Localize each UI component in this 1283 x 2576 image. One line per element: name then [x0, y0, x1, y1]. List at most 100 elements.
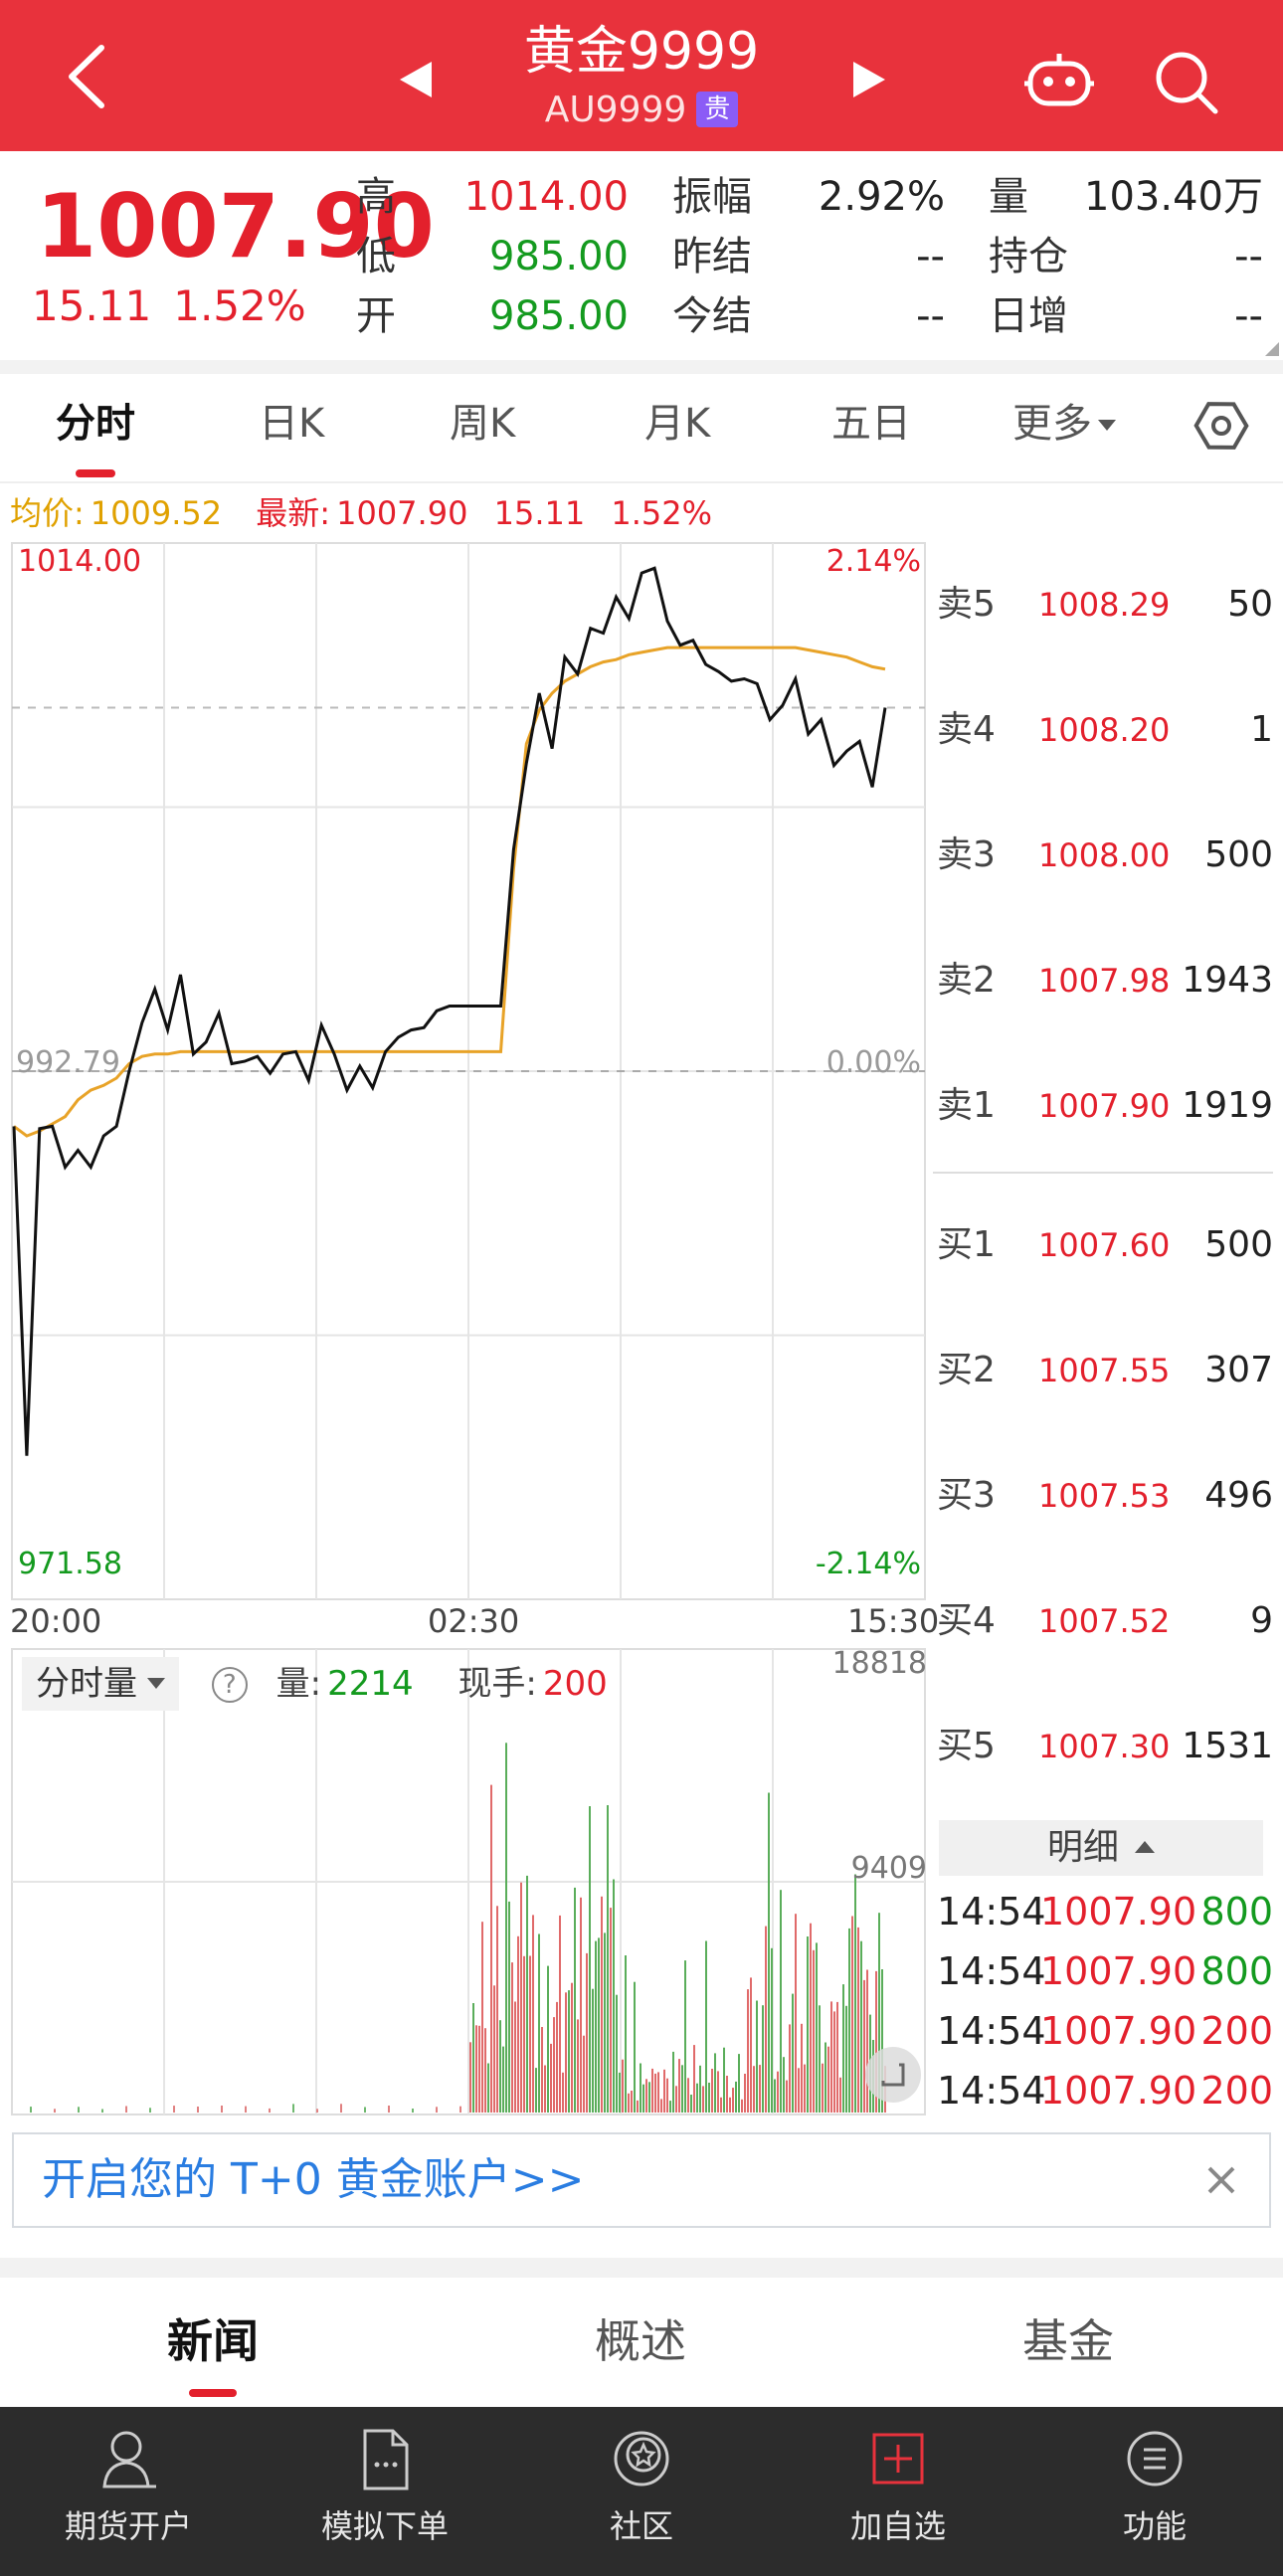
volume-bar: [699, 2065, 701, 2113]
tab-news[interactable]: 新闻: [167, 2309, 259, 2373]
trade-tick-row: 14:54 1007.90 200: [937, 2061, 1273, 2120]
tab-funds[interactable]: 基金: [1022, 2309, 1114, 2373]
low-label: 低: [356, 234, 396, 279]
order-book-divider: [933, 1172, 1273, 1174]
question-circle-icon[interactable]: ?: [211, 1667, 248, 1703]
intraday-chart[interactable]: 1014.00 2.14% 992.79 0.00% 971.58 -2.14%…: [0, 537, 931, 2118]
plus-square-icon: [872, 2433, 924, 2484]
bid-price: 1007.30: [1038, 1728, 1171, 1765]
chart-settings-button[interactable]: [1191, 396, 1251, 456]
ask-price: 1008.29: [1038, 586, 1171, 624]
nav-functions[interactable]: 功能: [1026, 2407, 1283, 2576]
fullscreen-button[interactable]: [865, 2047, 921, 2103]
tab-weekly-k[interactable]: 周K: [450, 396, 515, 452]
ask-price: 1008.20: [1038, 711, 1171, 749]
volume-bar: [854, 1874, 856, 2113]
chart-top-pct: 2.14%: [826, 544, 921, 579]
time-label-start: 20:00: [10, 1602, 102, 1640]
expand-corner-icon[interactable]: [1265, 342, 1279, 356]
volume-bar: [30, 2107, 32, 2113]
volume-bar: [756, 2000, 758, 2113]
volume-bar: [765, 1926, 767, 2113]
ask-row-5: 卖5 1008.29 50: [937, 575, 1273, 635]
volume-bar: [640, 2063, 642, 2113]
tab-daily-k[interactable]: 日K: [259, 396, 324, 452]
volume-bar: [657, 2072, 659, 2113]
settle-label: 今结: [672, 293, 752, 339]
tick-price: 1007.90: [1040, 2009, 1197, 2053]
prev-settle-value: --: [916, 234, 945, 279]
volume-bar: [735, 2081, 737, 2113]
volume-bar: [848, 1928, 850, 2113]
volume-bar: [789, 2024, 791, 2113]
tab-more-label: 更多: [1012, 401, 1092, 447]
price-change-pct: 1.52%: [173, 281, 306, 330]
chart-ref-pct: 0.00%: [826, 1045, 921, 1080]
volume-bar: [499, 2020, 501, 2113]
ask-label: 卖4: [937, 709, 996, 750]
volume-bar: [648, 2082, 650, 2113]
search-button[interactable]: [1154, 50, 1219, 115]
volume-bar: [813, 1949, 815, 2113]
volume-bar: [517, 1935, 519, 2113]
volume-bar: [529, 1955, 531, 2113]
next-instrument-button[interactable]: [853, 62, 885, 97]
tick-time: 14:54: [937, 2069, 1046, 2113]
volume-bar: [830, 2001, 832, 2113]
account-promo-banner: 开启您的 T+0 黄金账户>>: [12, 2132, 1271, 2228]
volume-bar: [684, 1960, 686, 2113]
nav-community[interactable]: 社区: [513, 2407, 770, 2576]
volume-bar: [388, 2106, 390, 2113]
bid-label: 买5: [937, 1726, 996, 1766]
volume-bar: [827, 2046, 829, 2113]
tab-overview[interactable]: 概述: [595, 2309, 686, 2373]
volume-bar: [619, 2072, 621, 2113]
active-tab-indicator: [189, 2389, 237, 2397]
bid-row-1: 买1 1007.60 500: [937, 1215, 1273, 1275]
tab-monthly-k[interactable]: 月K: [644, 396, 710, 452]
volume-type-label: 分时量: [36, 1664, 137, 1704]
bid-price: 1007.52: [1038, 1602, 1171, 1640]
assistant-button[interactable]: [1024, 50, 1094, 109]
volume-bar: [660, 2099, 662, 2113]
trade-details-toggle[interactable]: 明细: [939, 1820, 1263, 1876]
tab-more[interactable]: 更多: [1012, 396, 1116, 452]
previous-instrument-button[interactable]: [400, 62, 432, 97]
nav-add-watchlist[interactable]: 加自选: [770, 2407, 1026, 2576]
volume-bar: [54, 2109, 56, 2113]
menu-circle-icon: [1127, 2431, 1183, 2486]
volume-bar: [651, 2068, 653, 2113]
high-value: 1014.00: [463, 174, 629, 220]
prev-settle-label: 昨结: [672, 234, 752, 279]
volume-bar: [801, 2023, 803, 2113]
volume-bar: [412, 2109, 414, 2113]
volume-bar: [556, 2001, 558, 2113]
ask-qty: 50: [1227, 584, 1273, 625]
tick-qty: 200: [1200, 2069, 1273, 2113]
average-price-line: [13, 645, 886, 1138]
tick-qty: 200: [1200, 2009, 1273, 2053]
volume-bar: [681, 2065, 683, 2113]
nav-open-account[interactable]: 期货开户: [0, 2407, 257, 2576]
volume-bar: [774, 2079, 776, 2113]
volume-bar: [645, 2079, 647, 2113]
volume-bar: [78, 2107, 80, 2113]
promo-link[interactable]: 开启您的 T+0 黄金账户>>: [42, 2150, 584, 2210]
volume-bar: [696, 2083, 698, 2113]
volume-bar: [269, 2108, 271, 2113]
volume-bar: [577, 2019, 579, 2113]
ask-qty: 1943: [1182, 960, 1273, 1001]
banner-close-button[interactable]: [1201, 2160, 1241, 2200]
volume-bar: [340, 2104, 342, 2113]
avg-price-line: 均价: 1009.52 最新: 1007.90 15.11 1.52%: [10, 491, 712, 535]
back-button[interactable]: [58, 42, 117, 111]
ask-label: 卖3: [937, 834, 996, 875]
tab-five-day[interactable]: 五日: [831, 396, 911, 452]
nav-simulated-order[interactable]: 模拟下单: [257, 2407, 513, 2576]
volume-type-select[interactable]: 分时量: [22, 1657, 179, 1711]
volume-bar: [607, 1805, 609, 2113]
volume-bar: [541, 2027, 543, 2113]
volume-max-label: 18818: [832, 1646, 927, 1681]
volume-bar: [798, 2068, 800, 2113]
tab-intraday[interactable]: 分时: [56, 396, 135, 452]
